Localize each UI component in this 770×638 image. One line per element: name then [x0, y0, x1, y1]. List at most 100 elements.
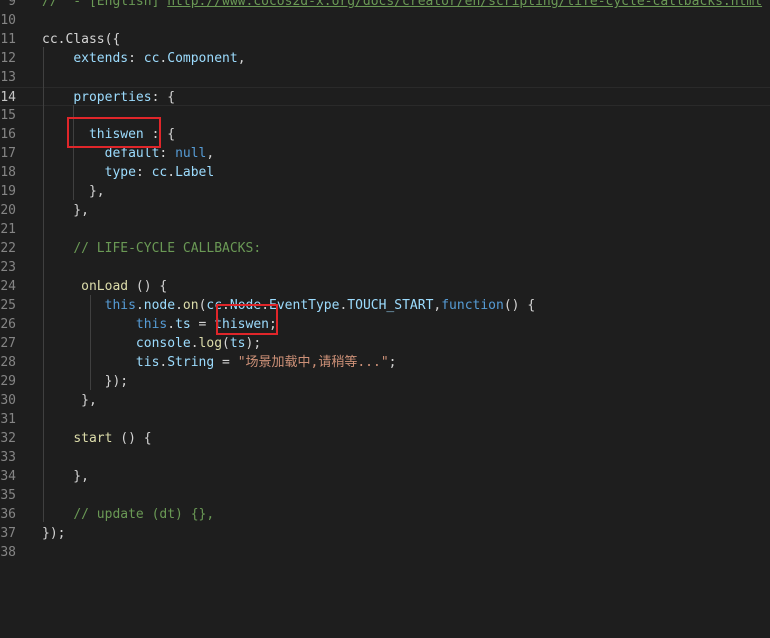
code-token: .: [190, 336, 199, 351]
code-token: ;: [388, 355, 397, 370]
line-number: 12: [0, 51, 16, 66]
line-number: 10: [0, 13, 16, 28]
code-text: onLoad () {: [42, 277, 167, 296]
code-token: thiswen: [88, 127, 144, 142]
line-number: 25: [0, 298, 16, 313]
line-number: 9: [8, 0, 16, 9]
code-token[interactable]: http://www.cocos2d-x.org/docs/creator/en…: [167, 0, 762, 9]
code-token: },: [42, 393, 97, 408]
code-token: this: [104, 298, 136, 313]
code-token: tis: [135, 355, 160, 370]
code-token: // - [English]: [42, 0, 168, 9]
code-line[interactable]: 10: [0, 11, 770, 30]
line-number: 21: [0, 222, 16, 237]
code-token: (: [222, 336, 230, 351]
code-token: function: [441, 298, 504, 313]
code-token: thiswen: [214, 317, 269, 332]
code-text: // - [English] http://www.cocos2d-x.org/…: [42, 0, 762, 11]
code-token: ;: [269, 317, 277, 332]
code-line[interactable]: 9 // - [English] http://www.cocos2d-x.org…: [0, 0, 770, 11]
code-text: },: [42, 201, 89, 220]
code-line[interactable]: 36 // update (dt) {},: [0, 505, 770, 524]
code-token: TOUCH_START: [347, 298, 434, 313]
line-number: 19: [0, 184, 16, 199]
code-line[interactable]: 29 });: [0, 372, 770, 391]
code-line[interactable]: 26 this.ts = thiswen;: [0, 315, 770, 334]
code-token: .: [261, 298, 270, 313]
code-line[interactable]: 22 // LIFE-CYCLE CALLBACKS:: [0, 239, 770, 258]
code-line[interactable]: 23: [0, 258, 770, 277]
code-line[interactable]: 38: [0, 543, 770, 562]
code-line[interactable]: 20 },: [0, 201, 770, 220]
code-line[interactable]: 37});: [0, 524, 770, 543]
code-token: on: [182, 298, 199, 313]
code-editor[interactable]: 9 // - [English] http://www.cocos2d-x.org…: [0, 0, 770, 638]
code-token: });: [42, 374, 129, 389]
code-line[interactable]: 31: [0, 410, 770, 429]
code-line[interactable]: 25 this.node.on(cc.Node.EventType.TOUCH_…: [0, 296, 770, 315]
code-token: =: [214, 355, 238, 370]
line-number: 38: [0, 545, 16, 560]
code-line[interactable]: 14 properties: {: [0, 87, 770, 106]
code-line[interactable]: 34 },: [0, 467, 770, 486]
code-line[interactable]: 21: [0, 220, 770, 239]
code-token: start: [73, 431, 113, 446]
code-text: thiswen : {: [42, 125, 175, 144]
code-token: ,: [237, 51, 246, 66]
code-token: Component: [167, 51, 238, 66]
code-text: console.log(ts);: [42, 334, 261, 353]
code-token: :: [135, 165, 152, 180]
code-line[interactable]: 18 type: cc.Label: [0, 163, 770, 182]
code-text: this.node.on(cc.Node.EventType.TOUCH_STA…: [42, 296, 536, 315]
line-number: 37: [0, 526, 16, 541]
code-token: );: [245, 336, 262, 351]
code-line[interactable]: 19 },: [0, 182, 770, 201]
code-line[interactable]: 11 cc.Class({: [0, 30, 770, 49]
code-token: node: [143, 298, 176, 313]
code-line[interactable]: 30 },: [0, 391, 770, 410]
code-token: },: [42, 469, 89, 484]
code-token: cc: [151, 165, 168, 180]
code-token: () {: [503, 298, 536, 313]
line-number: 13: [0, 70, 16, 85]
code-line[interactable]: 15: [0, 106, 770, 125]
code-token: EventType: [269, 298, 340, 313]
code-token: {: [167, 90, 176, 105]
code-token: ts: [229, 336, 246, 351]
indent-guide: [43, 47, 44, 522]
line-number: 32: [0, 431, 16, 446]
code-line[interactable]: 33: [0, 448, 770, 467]
code-line[interactable]: 16 thiswen : {: [0, 125, 770, 144]
code-token: cc: [143, 51, 160, 66]
code-token: : {: [143, 127, 176, 142]
code-token: });: [42, 526, 66, 541]
indent-guide: [73, 105, 74, 200]
line-number: 11: [0, 32, 16, 47]
code-line[interactable]: 12 extends: cc.Component,: [0, 49, 770, 68]
line-number: 26: [0, 317, 16, 332]
code-line[interactable]: 32 start () {: [0, 429, 770, 448]
code-token: .: [135, 298, 144, 313]
code-text: start () {: [42, 429, 151, 448]
code-token: "场景加载中,请稍等...": [237, 355, 389, 370]
code-text: },: [42, 467, 89, 486]
code-line[interactable]: 27 console.log(ts);: [0, 334, 770, 353]
code-token: extends: [73, 51, 129, 66]
code-text: this.ts = thiswen;: [42, 315, 277, 334]
code-line[interactable]: 28 tis.String = "场景加载中,请稍等...";: [0, 353, 770, 372]
line-number: 31: [0, 412, 16, 427]
line-number: 30: [0, 393, 16, 408]
code-line[interactable]: 35: [0, 486, 770, 505]
line-number: 20: [0, 203, 16, 218]
code-line[interactable]: 13: [0, 68, 770, 87]
code-token: properties: [73, 90, 152, 105]
code-line[interactable]: 17 default: null,: [0, 144, 770, 163]
code-line[interactable]: 24 onLoad () {: [0, 277, 770, 296]
line-number: 36: [0, 507, 16, 522]
